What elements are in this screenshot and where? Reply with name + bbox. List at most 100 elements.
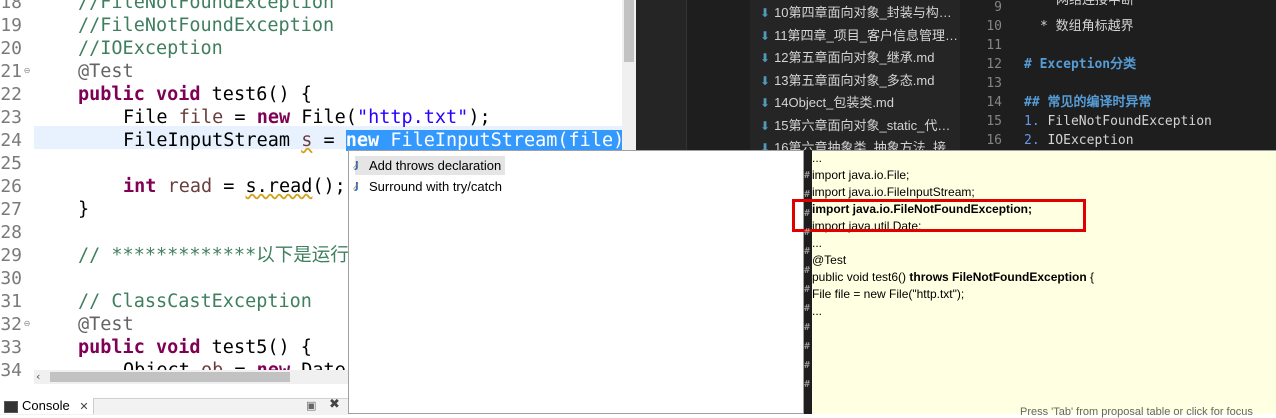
code-line: } bbox=[78, 199, 90, 220]
line-number: 27 bbox=[0, 199, 22, 220]
vertical-scroll-thumb[interactable] bbox=[624, 0, 634, 62]
close-icon[interactable]: ✕ bbox=[79, 401, 88, 413]
minimize-icon[interactable]: ▣ bbox=[306, 399, 316, 412]
fold-toggle-icon[interactable]: ⊖ bbox=[22, 66, 32, 76]
line-number: 22 bbox=[0, 84, 22, 105]
marker-icon: # bbox=[804, 341, 811, 352]
preview-code-line: ... bbox=[812, 150, 822, 167]
list-number: 1. bbox=[1024, 114, 1040, 129]
quick-fix-popup[interactable]: J̷ Add throws declaration J̷ Surround with … bbox=[348, 150, 804, 414]
comment-text: //FileNotFoundException bbox=[78, 15, 335, 36]
file-name: 15第六章面向对象_static_代… bbox=[774, 117, 951, 133]
line-number: 26 bbox=[0, 176, 22, 197]
preview-code-line: ... bbox=[812, 235, 822, 252]
file-list-item[interactable]: ⬇ 15第六章面向对象_static_代… bbox=[760, 115, 950, 137]
line-number: 30 bbox=[0, 268, 22, 289]
keyword: new bbox=[345, 130, 380, 151]
markdown-editor[interactable]: 9 网络连接中断 10 * 数组角标越界 11 12 # Exception分类 13 14 ##… bbox=[960, 0, 1276, 150]
comment-text: //FileNotFoundException bbox=[78, 0, 335, 13]
code-line: @Test bbox=[78, 60, 134, 83]
markdown-file-icon: ⬇ bbox=[760, 141, 771, 150]
line-number: 29 bbox=[0, 245, 22, 266]
preview-text: ... bbox=[812, 304, 823, 318]
proposal-label: Surround with try/catch bbox=[369, 179, 502, 194]
horizontal-scroll-thumb[interactable] bbox=[50, 372, 290, 382]
quick-fix-proposal[interactable]: J̷ Add throws declaration bbox=[355, 156, 506, 175]
line-number-gutter: 18 19 20 21 ⊖ 22 23 24 25 26 27 28 29 30 31 32 ⊖ 33 34 bbox=[0, 0, 34, 381]
md-line-text: # Exception分类 bbox=[1024, 57, 1137, 72]
type-name: File bbox=[123, 107, 179, 128]
keyword: new bbox=[256, 107, 291, 128]
md-line-number: 13 bbox=[986, 76, 1002, 91]
line-number: 24 bbox=[0, 130, 22, 151]
marker-icon: # bbox=[804, 303, 811, 314]
scroll-left-icon[interactable]: ‹ bbox=[36, 370, 40, 383]
file-list-item[interactable]: ⬇ 10第四章面向对象_封装与构… bbox=[760, 2, 952, 24]
line-number: 20 bbox=[0, 38, 22, 59]
fix-proposal-icon: J̷ bbox=[355, 160, 359, 171]
line-number: 34 bbox=[0, 360, 22, 381]
method-call: s.read bbox=[245, 176, 313, 197]
line-number: 33 bbox=[0, 337, 22, 358]
preview-text: import java.io.FileInputStream; bbox=[812, 185, 975, 199]
marker-icon: # bbox=[804, 284, 811, 295]
keyword: void bbox=[155, 84, 212, 105]
file-name: 13第五章面向对象_多态.md bbox=[774, 72, 935, 88]
file-list-item[interactable]: ⬇ 16第六章抽象类_抽象方法_接… bbox=[760, 137, 959, 150]
marker-icon: # bbox=[804, 246, 811, 257]
line-number: 21 bbox=[0, 61, 22, 82]
markdown-file-icon: ⬇ bbox=[760, 96, 771, 110]
comment-text: // ClassCastException bbox=[78, 291, 312, 312]
code-line: //IOException bbox=[78, 37, 223, 60]
marker-icon: # bbox=[804, 360, 811, 371]
comment-text: // *************以下是运行 bbox=[78, 245, 349, 266]
type-name: FileInputStream bbox=[123, 130, 302, 151]
keyword: void bbox=[155, 337, 212, 358]
variable-name: file bbox=[178, 107, 224, 128]
preview-text: import java.io.File; bbox=[812, 168, 910, 182]
file-list-item[interactable]: ⬇ 11第四章_项目_客户信息管理… bbox=[760, 25, 958, 47]
preview-text: public void test6() bbox=[812, 270, 910, 284]
code-line: // *************以下是运行 bbox=[78, 244, 349, 267]
preview-text: File file = new File("http.txt"); bbox=[812, 287, 965, 301]
list-text: FileNotFoundException bbox=[1039, 114, 1212, 129]
preview-footer-hint: Press 'Tab' from proposal table or click… bbox=[1020, 406, 1253, 418]
variable-name: s bbox=[301, 130, 313, 151]
md-line-text: 2. IOException bbox=[1024, 131, 1134, 150]
preview-text: @Test bbox=[812, 253, 847, 267]
file-list-item[interactable]: ⬇ 14Object_包装类.md bbox=[760, 92, 894, 114]
keyword: public bbox=[78, 337, 156, 358]
comment-text: //IOException bbox=[78, 38, 223, 59]
string-literal: "http.txt" bbox=[356, 107, 469, 128]
code-token: ); bbox=[468, 107, 491, 128]
md-line-number: 16 bbox=[986, 133, 1002, 148]
line-number: 23 bbox=[0, 107, 22, 128]
marker-icon: # bbox=[804, 189, 811, 200]
file-list-item[interactable]: ⬇ 13第五章面向对象_多态.md bbox=[760, 70, 934, 92]
md-line-text: * 数组角标越界 bbox=[1040, 19, 1134, 34]
code-line: //FileNotFoundException bbox=[78, 0, 334, 14]
file-explorer-list[interactable]: ⬇ 10第四章面向对象_封装与构… ⬇ 11第四章_项目_客户信息管理… ⬇ 12第五章面… bbox=[750, 0, 960, 150]
line-number: 32 bbox=[0, 314, 22, 335]
file-name: 14Object_包装类.md bbox=[774, 95, 894, 110]
proposal-label: Add throws declaration bbox=[369, 158, 502, 173]
fold-toggle-icon[interactable]: ⊖ bbox=[22, 319, 32, 329]
code-token: FileInputStream(file) bbox=[379, 130, 625, 151]
file-name: 10第四章面向对象_封装与构… bbox=[774, 5, 952, 20]
console-tab[interactable]: Console ✕ bbox=[0, 398, 94, 414]
marker-icon: # bbox=[804, 322, 811, 333]
quick-fix-proposal[interactable]: J̷ Surround with try/catch bbox=[355, 177, 506, 196]
method-signature: test6() { bbox=[211, 84, 312, 105]
preview-code-line: ... bbox=[812, 303, 822, 320]
line-number: 19 bbox=[0, 15, 22, 36]
console-icon bbox=[4, 400, 18, 413]
preview-code-line: public void test6() throws FileNotFoundE… bbox=[812, 269, 1094, 286]
remove-launch-icon[interactable]: ✖ bbox=[329, 397, 340, 412]
md-line-number: 10 bbox=[986, 19, 1002, 34]
fix-proposal-icon: J̷ bbox=[355, 181, 359, 192]
file-list-item[interactable]: ⬇ 12第五章面向对象_继承.md bbox=[760, 47, 934, 69]
code-line: int read = s.read(); bbox=[123, 175, 346, 198]
code-line: public void test5() { bbox=[78, 336, 312, 359]
variable-name: read bbox=[167, 176, 213, 197]
marker-icon: # bbox=[804, 265, 811, 276]
